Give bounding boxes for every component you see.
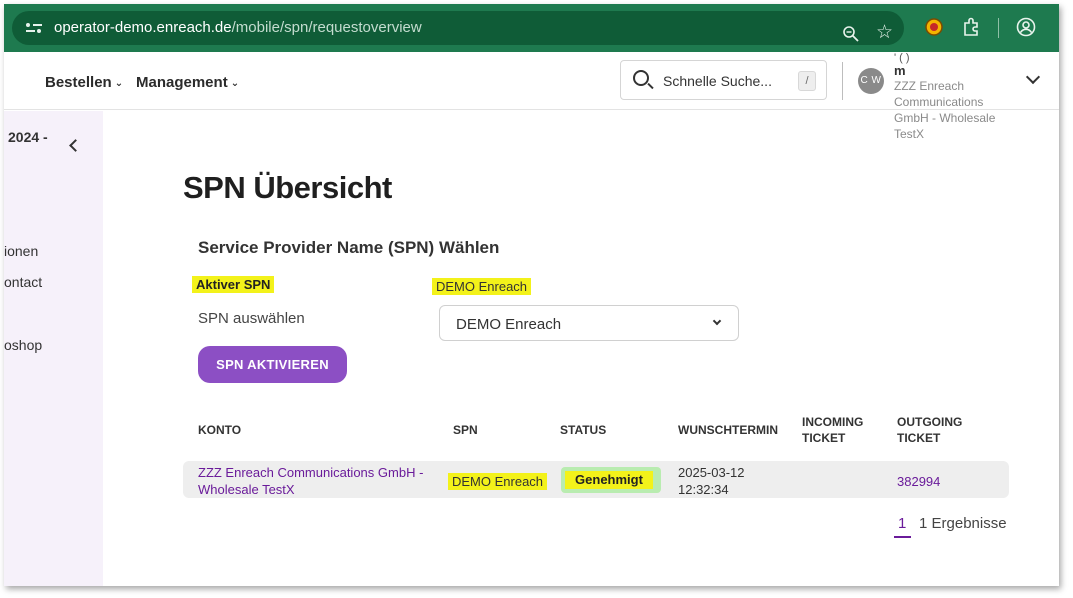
row-konto-line1: ZZZ Enreach Communications GmbH -: [198, 465, 424, 480]
sidebar-item-shop[interactable]: oshop: [4, 337, 42, 353]
row-time: 12:32:34: [678, 482, 729, 497]
page-title: SPN Übersicht: [183, 170, 392, 205]
url-path: /mobile/spn/requestoverview: [231, 19, 422, 36]
extension-colored-icon[interactable]: [924, 17, 944, 42]
active-spn-label: Aktiver SPN: [192, 276, 275, 293]
user-menu-chevron-icon[interactable]: [1025, 69, 1041, 85]
col-header-incoming: INCOMING TICKET: [802, 414, 863, 446]
active-spn-value-text: DEMO Enreach: [432, 278, 532, 295]
tune-icon[interactable]: [26, 21, 42, 35]
profile-icon[interactable]: [1016, 17, 1036, 42]
url-text: operator-demo.enreach.de/mobile/spn/requ…: [54, 19, 422, 36]
search-shortcut-key: /: [798, 71, 816, 91]
section-title: Service Provider Name (SPN) Wählen: [198, 238, 500, 257]
active-spn-label-text: Aktiver SPN: [192, 276, 275, 293]
header-divider: [842, 62, 843, 100]
col-header-spn: SPN: [453, 423, 478, 437]
chevron-down-icon: ⌄: [114, 78, 124, 89]
sidebar-year: 2024 -: [8, 129, 48, 145]
chevron-down-icon: ⌄: [230, 78, 240, 89]
toolbar-divider: [998, 18, 999, 38]
row-outgoing-ticket-link[interactable]: 382994: [897, 473, 940, 490]
row-konto-link[interactable]: ZZZ Enreach Communications GmbH - Wholesa…: [198, 464, 423, 498]
select-spn-label: SPN auswählen: [198, 310, 305, 327]
col-header-outgoing-line1: OUTGOING: [897, 415, 963, 429]
extensions-icon[interactable]: [961, 17, 981, 42]
avatar[interactable]: C W: [858, 68, 884, 94]
chevron-down-icon: [712, 316, 722, 326]
app-window: operator-demo.enreach.de/mobile/spn/requ…: [4, 4, 1059, 586]
search-placeholder: Schnelle Suche...: [663, 73, 772, 89]
col-header-outgoing: OUTGOING TICKET: [897, 414, 962, 446]
user-name: m: [894, 63, 906, 78]
row-wunschtermin: 2025-03-12 12:32:34: [678, 464, 745, 498]
row-konto-line2: Wholesale TestX: [198, 482, 295, 497]
row-spn: DEMO Enreach: [448, 473, 548, 490]
quick-search[interactable]: Schnelle Suche... /: [620, 60, 827, 100]
col-header-status: STATUS: [560, 423, 607, 437]
search-icon: [633, 70, 649, 86]
menu-management[interactable]: Management ⌄: [136, 74, 239, 91]
sidebar: 2024 - ionen ontact oshop: [4, 111, 103, 586]
spn-select-value: DEMO Enreach: [456, 316, 562, 333]
row-spn-text: DEMO Enreach: [448, 473, 548, 490]
col-header-wunschtermin: WUNSCHTERMIN: [678, 423, 778, 437]
zoom-icon[interactable]: [842, 25, 860, 48]
collapse-sidebar-icon[interactable]: [69, 139, 82, 152]
browser-toolbar: operator-demo.enreach.de/mobile/spn/requ…: [4, 4, 1059, 52]
app-header: Bestellen ⌄ Management ⌄ Schnelle Suche...…: [4, 52, 1059, 141]
active-spn-value: DEMO Enreach: [432, 278, 532, 295]
col-header-outgoing-line2: TICKET: [897, 431, 941, 445]
address-bar[interactable]: operator-demo.enreach.de/mobile/spn/requ…: [12, 11, 904, 45]
menu-bestellen-label: Bestellen: [45, 74, 112, 91]
menu-bestellen[interactable]: Bestellen ⌄: [45, 74, 123, 91]
menu-management-label: Management: [136, 74, 228, 91]
activate-spn-button[interactable]: SPN AKTIVIEREN: [198, 346, 347, 383]
sidebar-item-ionen[interactable]: ionen: [4, 243, 38, 259]
status-badge-text: Genehmigt: [565, 471, 653, 489]
pagination-page-1[interactable]: 1: [898, 515, 906, 532]
pagination-active-underline: [894, 536, 911, 538]
col-header-incoming-line1: INCOMING: [802, 415, 864, 429]
url-host: operator-demo.enreach.de: [54, 19, 232, 36]
user-organization: ZZZ Enreach Communications GmbH - Wholes…: [894, 79, 996, 141]
status-badge: Genehmigt: [561, 467, 661, 493]
sidebar-item-contact[interactable]: ontact: [4, 274, 42, 290]
col-header-konto: KONTO: [198, 423, 242, 437]
col-header-incoming-line2: TICKET: [802, 431, 846, 445]
spn-select[interactable]: DEMO Enreach: [439, 305, 739, 341]
star-icon[interactable]: ☆: [876, 23, 893, 43]
row-date: 2025-03-12: [678, 465, 745, 480]
result-count: 1 Ergebnisse: [919, 515, 1007, 532]
